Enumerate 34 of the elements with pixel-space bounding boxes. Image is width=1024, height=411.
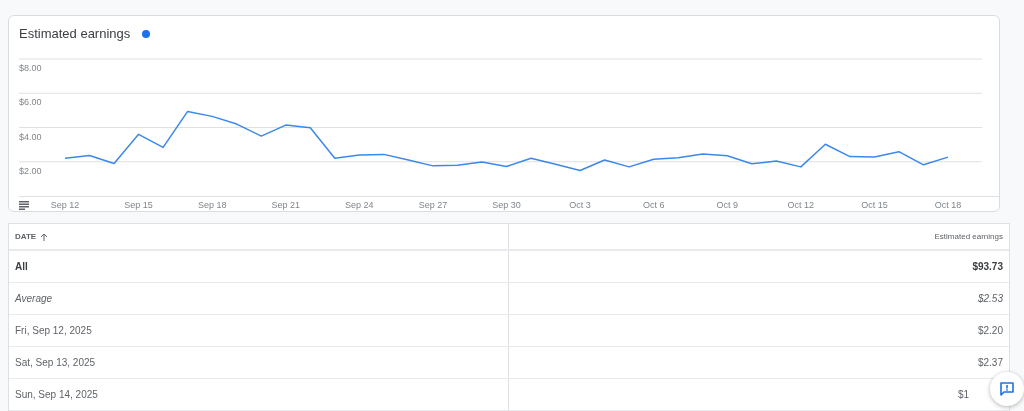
earnings-cell-text: $1 [957, 388, 969, 402]
x-tick-label: Oct 12 [787, 199, 815, 212]
chart-title: Estimated earnings [19, 25, 131, 44]
column-header[interactable]: Estimated earnings [934, 230, 1003, 243]
x-tick-label: Sep 15 [124, 199, 153, 212]
sort-arrow-icon [40, 232, 49, 241]
column-header[interactable]: DATE [15, 230, 49, 243]
x-tick-label: Sep 18 [197, 199, 227, 212]
x-tick-label: Sep 24 [345, 199, 374, 212]
table-view-icon[interactable] [19, 201, 29, 210]
date-cell-text: Sun, Sep 14, 2025 [15, 388, 98, 402]
date-cell-text: Average [15, 292, 53, 306]
earnings-cell-text: $93.73 [972, 260, 1003, 274]
earnings-cell-text: $2.37 [977, 356, 1003, 370]
x-tick-label: Oct 6 [642, 199, 665, 212]
y-tick-label: $6.00 [19, 97, 42, 108]
date-cell-text: All [15, 260, 28, 274]
x-tick-label: Oct 3 [569, 199, 591, 212]
x-tick-label: Oct 15 [861, 199, 888, 212]
feedback-button[interactable] [990, 372, 1024, 406]
earnings-cell-text: $2.53 [977, 292, 1003, 306]
earnings-cell-text: $2.20 [977, 324, 1003, 338]
x-tick-label: Sep 27 [418, 199, 448, 212]
feedback-icon [1000, 382, 1014, 396]
y-tick-label: $2.00 [19, 165, 42, 176]
y-tick-label: $8.00 [19, 63, 42, 73]
date-cell-text: Sat, Sep 13, 2025 [15, 356, 96, 370]
x-tick-label: Oct 18 [934, 199, 962, 212]
x-tick-label: Oct 9 [716, 199, 738, 212]
x-tick-label: Sep 21 [271, 199, 300, 212]
x-tick-label: Sep 12 [50, 199, 80, 212]
y-tick-label: $4.00 [19, 131, 42, 142]
x-tick-label: Sep 30 [492, 199, 521, 212]
date-cell-text: Fri, Sep 12, 2025 [15, 324, 92, 338]
